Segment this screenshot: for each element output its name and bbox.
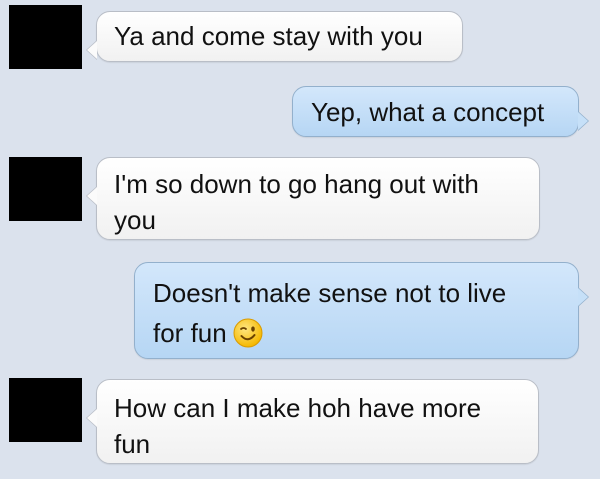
incoming-message-bubble[interactable]: How can I make hoh have more fun <box>86 379 539 464</box>
incoming-message-bubble[interactable]: Ya and come stay with you <box>86 11 463 62</box>
bubble-tail <box>86 408 97 428</box>
outgoing-message-bubble[interactable]: Yep, what a concept <box>292 86 589 137</box>
message-thread: Ya and come stay with you Yep, what a co… <box>0 0 600 479</box>
message-text: I'm so down to go hang out with you <box>114 169 479 235</box>
message-text-content: Doesn't make sense not to live for fun <box>153 278 507 348</box>
winking-face-emoji-icon <box>233 318 263 348</box>
sender-avatar-redacted <box>9 157 82 221</box>
sender-avatar-redacted <box>9 5 82 69</box>
outgoing-message-bubble[interactable]: Doesn't make sense not to live for fun <box>134 262 589 359</box>
message-text: Doesn't make sense not to live for fun <box>153 273 564 353</box>
message-text: Yep, what a concept <box>311 97 545 127</box>
sender-avatar-redacted <box>9 378 82 442</box>
bubble-tail <box>578 111 589 131</box>
bubble-tail <box>86 186 97 206</box>
bubble-tail <box>578 287 589 307</box>
message-text: Ya and come stay with you <box>114 21 423 51</box>
bubble-tail <box>86 40 97 60</box>
incoming-message-bubble[interactable]: I'm so down to go hang out with you <box>86 157 540 240</box>
message-text: How can I make hoh have more fun <box>114 393 482 459</box>
